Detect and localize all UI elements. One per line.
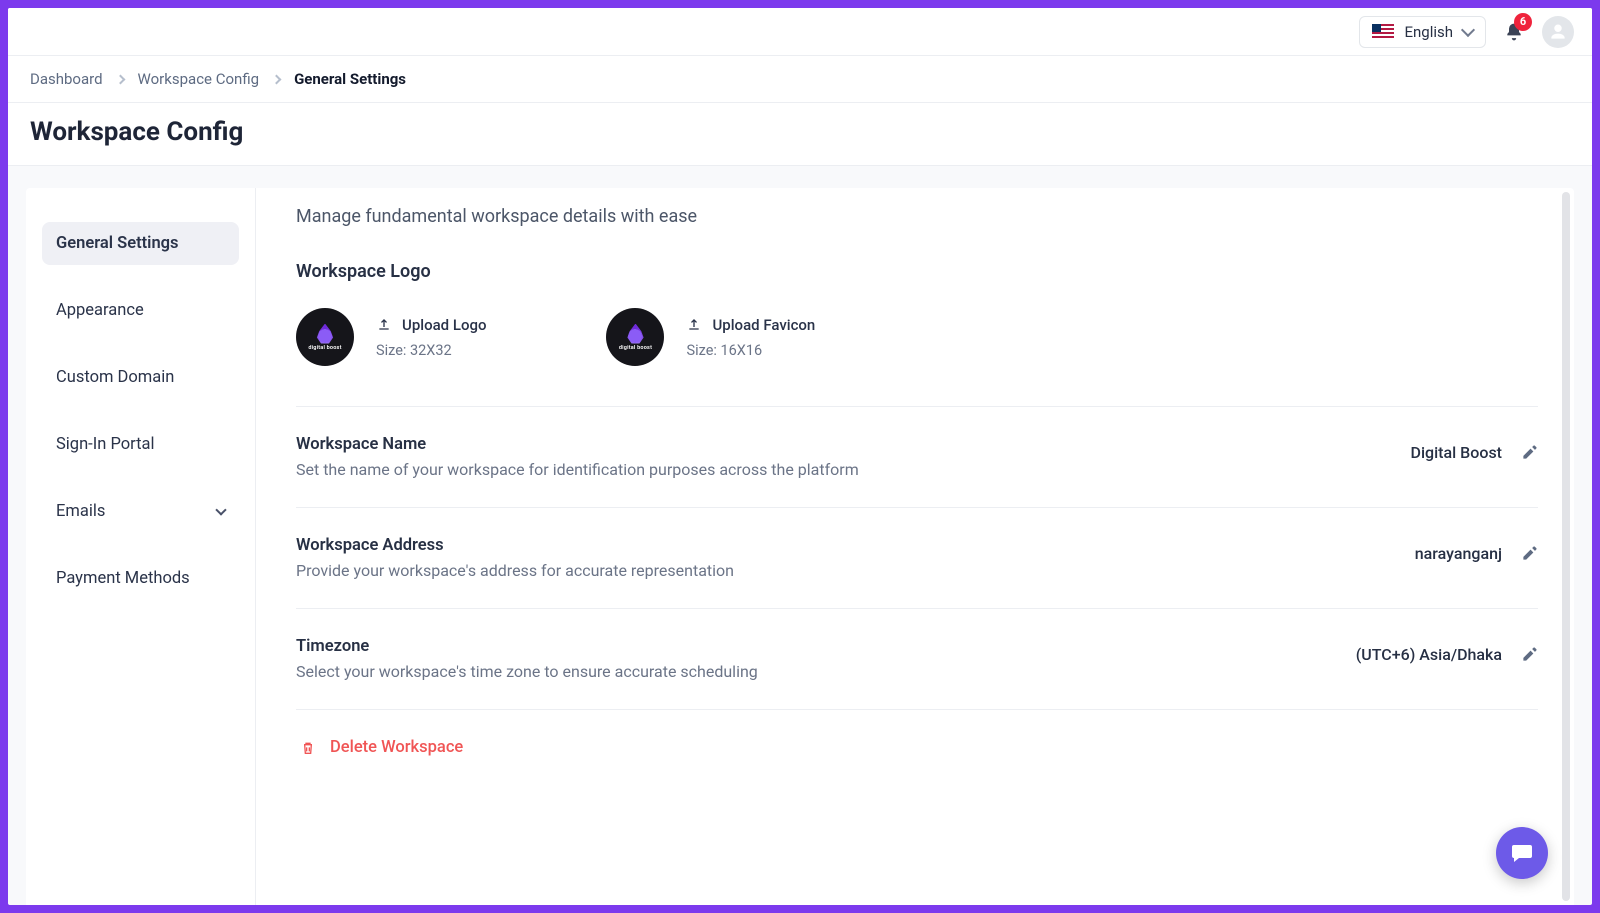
user-icon <box>1548 22 1568 42</box>
breadcrumb-dashboard[interactable]: Dashboard <box>30 70 103 88</box>
sidebar-item-emails[interactable]: Emails <box>42 490 239 533</box>
sidebar-item-label: Payment Methods <box>56 569 190 588</box>
edit-workspace-address-button[interactable] <box>1520 545 1538 563</box>
sidebar-item-label: Appearance <box>56 301 144 320</box>
notification-bell[interactable]: 6 <box>1504 21 1524 43</box>
upload-logo-size: Size: 32X32 <box>376 342 486 359</box>
language-select[interactable]: English <box>1359 16 1486 48</box>
setting-desc: Set the name of your workspace for ident… <box>296 460 859 479</box>
breadcrumb-general-settings: General Settings <box>294 70 406 88</box>
breadcrumb: Dashboard Workspace Config General Setti… <box>8 56 1592 103</box>
upload-favicon-button[interactable]: Upload Favicon <box>686 316 815 334</box>
setting-row-workspace-address: Workspace Address Provide your workspace… <box>296 536 1538 580</box>
notification-count-badge: 6 <box>1514 13 1532 31</box>
setting-title: Workspace Name <box>296 435 859 454</box>
flag-us-icon <box>1372 24 1394 39</box>
sidebar-item-sign-in-portal[interactable]: Sign-In Portal <box>42 423 239 466</box>
workspace-logo-preview: digital boost <box>296 308 354 366</box>
upload-logo-button[interactable]: Upload Logo <box>376 316 486 334</box>
setting-title: Timezone <box>296 637 758 656</box>
chevron-down-icon <box>1461 22 1475 36</box>
setting-row-workspace-name: Workspace Name Set the name of your work… <box>296 435 1538 479</box>
user-avatar[interactable] <box>1542 16 1574 48</box>
upload-favicon-label: Upload Favicon <box>712 316 815 334</box>
chevron-right-icon <box>272 74 282 84</box>
favicon-brand-text: digital boost <box>619 345 652 351</box>
logo-brand-text: digital boost <box>308 345 341 351</box>
upload-logo-label: Upload Logo <box>402 316 486 334</box>
top-bar: English 6 <box>8 8 1592 56</box>
main-panel: Manage fundamental workspace details wit… <box>256 188 1574 905</box>
sidebar-item-label: Emails <box>56 502 105 521</box>
sidebar-item-label: General Settings <box>56 234 179 253</box>
delete-workspace-button[interactable]: Delete Workspace <box>300 738 1538 757</box>
sidebar-item-label: Sign-In Portal <box>56 435 155 454</box>
sidebar-item-general-settings[interactable]: General Settings <box>42 222 239 265</box>
workspace-logo-heading: Workspace Logo <box>296 261 1538 282</box>
workspace-favicon-preview: digital boost <box>606 308 664 366</box>
upload-favicon-size: Size: 16X16 <box>686 342 815 359</box>
section-lead: Manage fundamental workspace details wit… <box>296 206 1538 227</box>
edit-timezone-button[interactable] <box>1520 646 1538 664</box>
page-title: Workspace Config <box>8 103 1592 166</box>
trash-icon <box>300 739 316 757</box>
setting-title: Workspace Address <box>296 536 734 555</box>
sidebar-item-appearance[interactable]: Appearance <box>42 289 239 332</box>
chevron-right-icon <box>115 74 125 84</box>
setting-value-timezone: (UTC+6) Asia/Dhaka <box>1356 645 1502 664</box>
content-area: General Settings Appearance Custom Domai… <box>8 166 1592 905</box>
setting-row-timezone: Timezone Select your workspace's time zo… <box>296 637 1538 681</box>
divider <box>296 608 1538 609</box>
upload-icon <box>376 317 392 333</box>
delete-workspace-label: Delete Workspace <box>330 738 463 757</box>
logo-group-logo: digital boost Upload Logo Size: 32X32 <box>296 308 486 366</box>
intercom-launcher[interactable] <box>1496 827 1548 879</box>
flame-icon <box>626 324 644 344</box>
logo-upload-row: digital boost Upload Logo Size: 32X32 di… <box>296 308 1538 366</box>
chevron-down-icon <box>215 504 226 515</box>
logo-group-favicon: digital boost Upload Favicon Size: 16X16 <box>606 308 815 366</box>
language-label: English <box>1404 23 1453 41</box>
edit-workspace-name-button[interactable] <box>1520 444 1538 462</box>
sidebar-item-payment-methods[interactable]: Payment Methods <box>42 557 239 600</box>
setting-value-workspace-name: Digital Boost <box>1411 443 1503 462</box>
breadcrumb-workspace-config[interactable]: Workspace Config <box>138 70 260 88</box>
chat-icon <box>1510 841 1534 865</box>
setting-value-workspace-address: narayanganj <box>1415 544 1502 563</box>
divider <box>296 507 1538 508</box>
setting-desc: Select your workspace's time zone to ens… <box>296 662 758 681</box>
sidebar-item-label: Custom Domain <box>56 368 174 387</box>
setting-desc: Provide your workspace's address for acc… <box>296 561 734 580</box>
scrollbar[interactable] <box>1562 192 1570 901</box>
flame-icon <box>316 324 334 344</box>
settings-sidebar: General Settings Appearance Custom Domai… <box>26 188 256 905</box>
divider <box>296 709 1538 710</box>
upload-icon <box>686 317 702 333</box>
divider <box>296 406 1538 407</box>
sidebar-item-custom-domain[interactable]: Custom Domain <box>42 356 239 399</box>
